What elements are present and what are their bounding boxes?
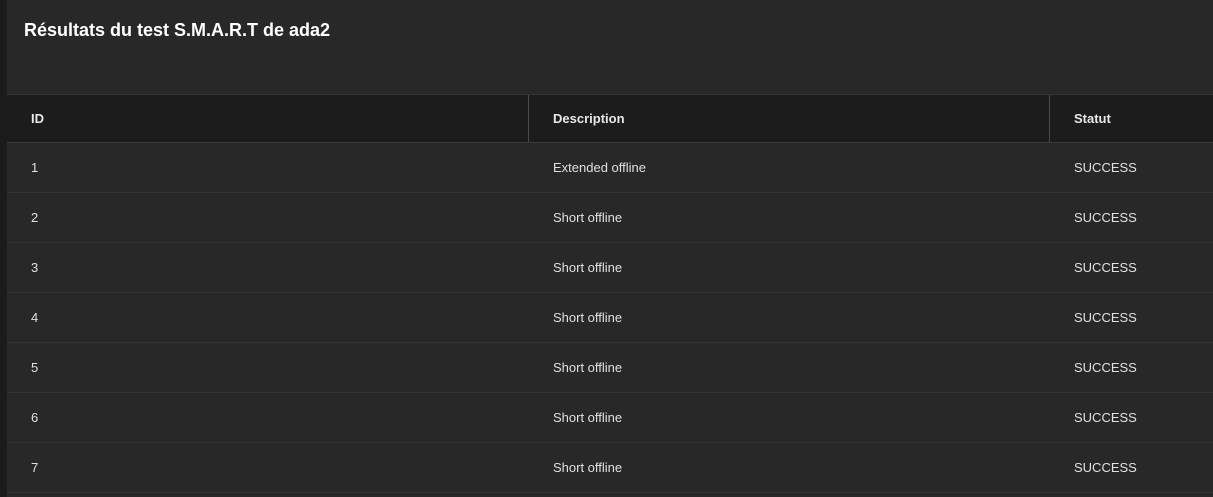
table-row[interactable]: 5 Short offline SUCCESS: [7, 343, 1213, 393]
column-header-id[interactable]: ID: [7, 95, 528, 142]
cell-status: SUCCESS: [1074, 460, 1137, 475]
table-row[interactable]: 4 Short offline SUCCESS: [7, 293, 1213, 343]
table-row[interactable]: 7 Short offline SUCCESS: [7, 443, 1213, 493]
table-body: 1 Extended offline SUCCESS 2 Short offli…: [7, 143, 1213, 493]
smart-results-card: Résultats du test S.M.A.R.T de ada2 ID D…: [7, 0, 1213, 497]
cell-status: SUCCESS: [1074, 260, 1137, 275]
cell-status: SUCCESS: [1074, 410, 1137, 425]
cell-id: 6: [31, 410, 39, 425]
cell-status: SUCCESS: [1074, 210, 1137, 225]
cell-description: Short offline: [553, 460, 623, 475]
table-row[interactable]: 3 Short offline SUCCESS: [7, 243, 1213, 293]
cell-id: 3: [31, 260, 39, 275]
cell-id: 4: [31, 310, 39, 325]
cell-description: Short offline: [553, 410, 623, 425]
page: Résultats du test S.M.A.R.T de ada2 ID D…: [0, 0, 1213, 497]
cell-id: 7: [31, 460, 39, 475]
table-row[interactable]: 6 Short offline SUCCESS: [7, 393, 1213, 443]
column-header-description[interactable]: Description: [528, 95, 1049, 142]
cell-id: 5: [31, 360, 39, 375]
card-title: Résultats du test S.M.A.R.T de ada2: [24, 20, 331, 40]
cell-description: Short offline: [553, 260, 623, 275]
table-header-row: ID Description Statut: [7, 94, 1213, 143]
cell-description: Short offline: [553, 310, 623, 325]
column-header-status[interactable]: Statut: [1049, 95, 1213, 142]
cell-description: Extended offline: [553, 160, 646, 175]
cell-status: SUCCESS: [1074, 360, 1137, 375]
cell-description: Short offline: [553, 360, 623, 375]
table-row[interactable]: 1 Extended offline SUCCESS: [7, 143, 1213, 193]
cell-status: SUCCESS: [1074, 160, 1137, 175]
cell-id: 1: [31, 160, 39, 175]
smart-results-table: ID Description Statut 1 Extended offline…: [7, 94, 1213, 493]
cell-status: SUCCESS: [1074, 310, 1137, 325]
cell-id: 2: [31, 210, 39, 225]
table-row[interactable]: 2 Short offline SUCCESS: [7, 193, 1213, 243]
cell-description: Short offline: [553, 210, 623, 225]
